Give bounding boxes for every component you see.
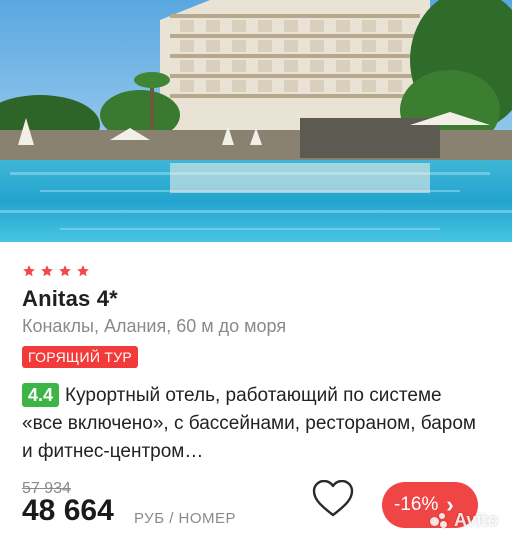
hotel-location: Конаклы, Алания, 60 м до моря (22, 316, 287, 336)
star-icon (59, 265, 71, 277)
hot-tour-badge: ГОРЯЩИЙ ТУР (22, 346, 139, 368)
hotel-photo-illustration (0, 0, 512, 242)
avito-watermark: Avito (430, 510, 498, 531)
rating-badge: 4.4 (22, 383, 60, 407)
price: 48 664 (22, 494, 114, 527)
star-rating (22, 264, 90, 278)
watermark-text: Avito (454, 510, 499, 530)
hotel-card[interactable]: Anitas 4* Конаклы, Алания, 60 м до моря … (0, 242, 512, 540)
heart-icon (312, 479, 354, 517)
favorite-button[interactable] (312, 479, 354, 518)
avito-logo-icon (430, 512, 450, 529)
hotel-photo[interactable] (0, 0, 512, 242)
price-unit: РУБ / НОМЕР (134, 510, 237, 527)
star-icon (77, 265, 89, 277)
star-icon (41, 265, 53, 277)
hotel-title[interactable]: Anitas 4* (22, 286, 118, 312)
star-icon (23, 265, 35, 277)
description-text: Курортный отель, работающий по системе «… (22, 385, 476, 462)
hotel-description: 4.4 Курортный отель, работающий по систем… (22, 382, 482, 466)
